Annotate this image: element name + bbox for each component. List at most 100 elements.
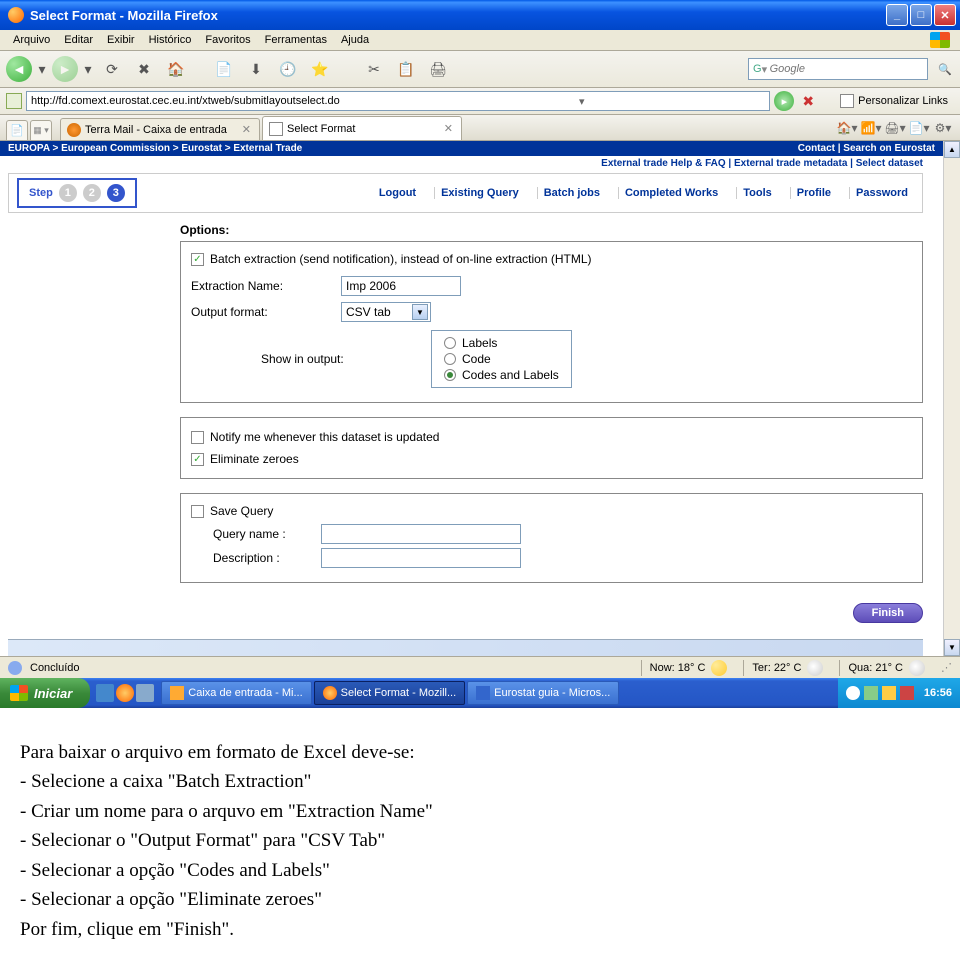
print-button[interactable]: 🖨 — [424, 55, 452, 83]
tab-close-icon[interactable]: ✕ — [442, 122, 455, 135]
go-button[interactable]: ▸ — [774, 91, 794, 111]
radio-code[interactable] — [444, 353, 456, 365]
quick-launch-firefox-icon[interactable] — [116, 684, 134, 702]
clock[interactable]: 16:56 — [918, 687, 952, 699]
minimize-button[interactable]: _ — [886, 4, 908, 26]
nav-batch-jobs[interactable]: Batch jobs — [537, 187, 606, 199]
output-format-value: CSV tab — [346, 305, 391, 319]
search-engine-icon[interactable]: G — [753, 63, 762, 75]
description-input[interactable] — [321, 548, 521, 568]
nav-tools[interactable]: Tools — [736, 187, 778, 199]
extraction-name-label: Extraction Name: — [191, 279, 341, 293]
tray-icon[interactable] — [882, 686, 896, 700]
doc-line: - Selecionar a opção "Codes and Labels" — [20, 856, 940, 885]
tab-terra-mail[interactable]: Terra Mail - Caixa de entrada ✕ — [60, 118, 260, 140]
search-go-button[interactable]: 🔍 — [936, 60, 954, 78]
close-button[interactable]: ✕ — [934, 4, 956, 26]
new-tab-button[interactable]: 📄 — [210, 55, 238, 83]
tab-groups-button[interactable]: ▦ ▾ — [30, 120, 52, 140]
save-query-box: Save Query Query name : Description : — [180, 493, 923, 583]
menu-editar[interactable]: Editar — [57, 32, 100, 48]
scroll-down-icon[interactable]: ▼ — [944, 639, 960, 656]
menu-favoritos[interactable]: Favoritos — [198, 32, 257, 48]
save-query-checkbox[interactable] — [191, 505, 204, 518]
step-3[interactable]: 3 — [107, 184, 125, 202]
maximize-button[interactable]: □ — [910, 4, 932, 26]
tray-icon[interactable] — [846, 686, 860, 700]
batch-extraction-checkbox[interactable]: ✓ — [191, 253, 204, 266]
forward-button[interactable]: ► — [52, 56, 78, 82]
tray-icon[interactable] — [900, 686, 914, 700]
task-word[interactable]: Eurostat guia - Micros... — [467, 681, 619, 705]
step-2[interactable]: 2 — [83, 184, 101, 202]
page-content: EUROPA > European Commission > Eurostat … — [0, 141, 943, 656]
stop-loading-icon[interactable]: ✖ — [798, 93, 818, 110]
copy-button[interactable]: 📋 — [392, 55, 420, 83]
finish-button[interactable]: Finish — [853, 603, 923, 623]
tab-bar: 📄 ▦ ▾ Terra Mail - Caixa de entrada ✕ Se… — [0, 115, 960, 141]
forward-history-dropdown[interactable]: ▾ — [82, 55, 94, 83]
home-button[interactable]: 🏠 — [162, 55, 190, 83]
site-identity-icon[interactable] — [6, 93, 22, 109]
back-history-dropdown[interactable]: ▾ — [36, 55, 48, 83]
eliminate-zeroes-checkbox[interactable]: ✓ — [191, 453, 204, 466]
breadcrumb-right[interactable]: Contact | Search on Eurostat — [798, 143, 935, 154]
extraction-name-input[interactable]: Imp 2006 — [341, 276, 461, 296]
address-dropdown[interactable]: ▾ — [398, 95, 765, 108]
quick-launch-ie-icon[interactable] — [96, 684, 114, 702]
bookmarks-button[interactable]: ⭐ — [306, 55, 334, 83]
search-input[interactable] — [770, 63, 923, 75]
menu-ajuda[interactable]: Ajuda — [334, 32, 376, 48]
select-arrow-icon[interactable]: ▼ — [412, 304, 428, 320]
quick-launch-desktop-icon[interactable] — [136, 684, 154, 702]
task-firefox[interactable]: Select Format - Mozill... — [314, 681, 466, 705]
nav-profile[interactable]: Profile — [790, 187, 837, 199]
radio-codes-and-labels[interactable] — [444, 369, 456, 381]
nav-password[interactable]: Password — [849, 187, 914, 199]
tab-close-icon[interactable]: ✕ — [240, 123, 253, 136]
menu-arquivo[interactable]: Arquivo — [6, 32, 57, 48]
task-inbox[interactable]: Caixa de entrada - Mi... — [161, 681, 311, 705]
history-button[interactable]: 🕘 — [274, 55, 302, 83]
downloads-button[interactable]: ⬇ — [242, 55, 270, 83]
new-tab-icon[interactable]: 📄 — [6, 120, 28, 140]
tray-icon[interactable] — [864, 686, 878, 700]
weather-now[interactable]: Now: 18° C — [641, 660, 736, 676]
tools-menu-icon[interactable]: ⚙▾ — [932, 118, 954, 138]
page-menu-icon[interactable]: 📄▾ — [908, 118, 930, 138]
personalize-links[interactable]: Personalizar Links — [834, 92, 954, 110]
weather-tue[interactable]: Ter: 22° C — [743, 660, 831, 676]
tab-select-format[interactable]: Select Format ✕ — [262, 116, 462, 140]
start-button[interactable]: Iniciar — [0, 678, 90, 708]
horizontal-scrollbar[interactable] — [8, 639, 923, 656]
nav-logout[interactable]: Logout — [373, 187, 422, 199]
feeds-icon[interactable]: 📶▾ — [860, 118, 882, 138]
notify-checkbox[interactable] — [191, 431, 204, 444]
stop-button[interactable]: ✖ — [130, 55, 158, 83]
vertical-scrollbar[interactable]: ▲ ▼ — [943, 141, 960, 656]
output-format-select[interactable]: CSV tab ▼ — [341, 302, 431, 322]
radio-labels[interactable] — [444, 337, 456, 349]
url-text[interactable]: http://fd.comext.eurostat.cec.eu.int/xtw… — [31, 95, 398, 107]
search-box[interactable]: G ▾ — [748, 58, 928, 80]
windows-flag-icon — [10, 685, 28, 701]
back-button[interactable]: ◄ — [6, 56, 32, 82]
cut-button[interactable]: ✂ — [360, 55, 388, 83]
address-bar[interactable]: http://fd.comext.eurostat.cec.eu.int/xtw… — [26, 91, 770, 111]
query-name-input[interactable] — [321, 524, 521, 544]
breadcrumb-path[interactable]: EUROPA > European Commission > Eurostat … — [8, 143, 798, 154]
menu-exibir[interactable]: Exibir — [100, 32, 142, 48]
system-tray[interactable]: 16:56 — [838, 678, 960, 708]
menu-ferramentas[interactable]: Ferramentas — [258, 32, 334, 48]
weather-wed[interactable]: Qua: 21° C — [839, 660, 933, 676]
sub-header-links[interactable]: External trade Help & FAQ | External tra… — [0, 156, 943, 171]
scroll-up-icon[interactable]: ▲ — [944, 141, 960, 158]
step-1[interactable]: 1 — [59, 184, 77, 202]
nav-existing-query[interactable]: Existing Query — [434, 187, 525, 199]
nav-completed-works[interactable]: Completed Works — [618, 187, 724, 199]
print-icon[interactable]: 🖨▾ — [884, 118, 906, 138]
menu-historico[interactable]: Histórico — [142, 32, 199, 48]
reload-button[interactable]: ⟳ — [98, 55, 126, 83]
home-icon[interactable]: 🏠▾ — [836, 118, 858, 138]
windows-logo-icon — [930, 32, 950, 48]
